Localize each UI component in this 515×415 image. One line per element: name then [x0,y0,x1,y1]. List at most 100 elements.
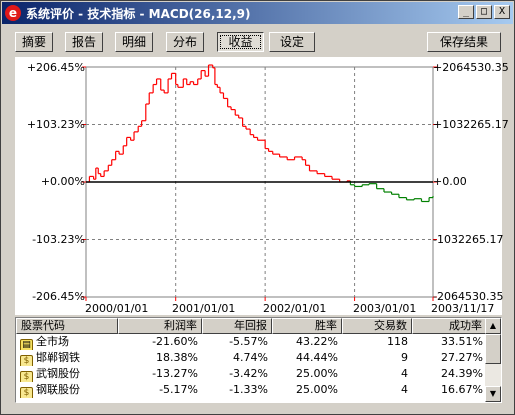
cell-text: 33.51% [441,335,483,348]
cell-text: 全市场 [36,335,69,348]
chart-canvas [82,64,437,301]
window-title: 系统评价 - 技术指标 - MACD(26,12,9) [26,6,251,21]
close-button[interactable]: X [494,5,510,19]
column-header[interactable]: 年回报 [202,318,272,334]
cell-text: 25.00% [296,367,338,380]
cell-text: 44.44% [296,351,338,364]
cell-text: 25.00% [296,383,338,396]
table-cell: 16.67% [412,382,487,398]
app-logo-icon: e [5,5,21,21]
minimize-button[interactable]: _ [458,5,474,19]
cell-text: 邯郸钢铁 [36,351,80,364]
table-row[interactable]: $ 钢联股份 -5.17% -1.33% 25.00% 4 16.67% [16,382,501,398]
y-tick-right: +1032265.17 [433,118,509,131]
table-cell: 25.00% [272,366,342,382]
table-cell: 4 [342,366,412,382]
table-cell: -1.33% [202,382,272,398]
table-row[interactable]: $ 邯郸钢铁 18.38% 4.74% 44.44% 9 27.27% [16,350,501,366]
cell-text: 27.27% [441,351,483,364]
results-table: 股票代码 利润率 年回报 胜率 交易数 成功率 ▤ 全市场 -21.60% -5.57… [15,317,502,403]
stock-name-cell: $ 钢联股份 [16,382,118,398]
stock-icon: $ [20,387,33,398]
y-tick-left: +206.45% [26,61,85,74]
cell-text: 9 [401,351,408,364]
table-cell: 4 [342,382,412,398]
table-cell: -5.17% [118,382,202,398]
cell-text: 4.74% [233,351,268,364]
cell-text: 18.38% [156,351,198,364]
table-cell: 33.51% [412,334,487,350]
tab-summary[interactable]: 摘要 [15,32,53,52]
tab-returns[interactable]: 收益 [217,32,264,52]
cell-text: -3.42% [229,367,268,380]
y-tick-right: -1032265.17 [433,233,504,246]
vertical-scrollbar[interactable]: ▲ ▼ [485,318,501,402]
x-tick: 2002/01/01 [263,302,327,315]
table-cell: 18.38% [118,350,202,366]
table-cell: 4.74% [202,350,272,366]
cell-text: -5.17% [159,383,198,396]
x-tick: 2000/01/01 [85,302,149,315]
cell-text: 43.22% [296,335,338,348]
folder-icon: ▤ [20,339,33,350]
save-results-button[interactable]: 保存结果 [427,32,501,52]
x-tick: 2003/01/01 [353,302,417,315]
table-body: ▤ 全市场 -21.60% -5.57% 43.22% 118 33.51% $ 邯郸钢铁 18.… [16,334,501,398]
x-tick: 2001/01/01 [172,302,236,315]
table-cell: 25.00% [272,382,342,398]
scroll-up-arrow-icon[interactable]: ▲ [485,318,501,334]
table-cell: 43.22% [272,334,342,350]
tab-detail[interactable]: 明细 [115,32,153,52]
stock-name-cell: $ 邯郸钢铁 [16,350,118,366]
returns-chart: +206.45% +103.23% +0.00% -103.23% -206.4… [15,57,509,315]
stock-name-cell: $ 武钢股份 [16,366,118,382]
y-tick-left: -206.45% [32,290,85,303]
y-tick-right: +0.00 [433,175,467,188]
cell-text: -5.57% [229,335,268,348]
table-cell: -21.60% [118,334,202,350]
table-header: 股票代码 利润率 年回报 胜率 交易数 成功率 [16,318,501,334]
y-tick-left: +0.00% [40,175,85,188]
y-tick-left: -103.23% [32,233,85,246]
app-window: e 系统评价 - 技术指标 - MACD(26,12,9) _ □ X 摘要 报… [0,0,515,415]
title-bar[interactable]: e 系统评价 - 技术指标 - MACD(26,12,9) _ □ X [2,2,513,24]
stock-icon: $ [20,355,33,366]
stock-icon: $ [20,371,33,382]
table-cell: 27.27% [412,350,487,366]
column-header[interactable]: 胜率 [272,318,342,334]
table-cell: 9 [342,350,412,366]
cell-text: 4 [401,367,408,380]
cell-text: -1.33% [229,383,268,396]
scroll-down-arrow-icon[interactable]: ▼ [485,386,501,402]
table-cell: -13.27% [118,366,202,382]
cell-text: 118 [387,335,408,348]
cell-text: 武钢股份 [36,367,80,380]
cell-text: 24.39% [441,367,483,380]
table-cell: -5.57% [202,334,272,350]
cell-text: -13.27% [152,367,198,380]
x-tick: 2003/11/17 [431,302,495,315]
table-cell: 118 [342,334,412,350]
cell-text: 4 [401,383,408,396]
tab-report[interactable]: 报告 [65,32,103,52]
tab-settings[interactable]: 设定 [269,32,315,52]
toolbar: 摘要 报告 明细 分布 收益 设定 保存结果 [1,29,514,55]
column-header[interactable]: 利润率 [118,318,202,334]
column-header[interactable]: 股票代码 [16,318,118,334]
cell-text: -21.60% [152,335,198,348]
y-tick-left: +103.23% [26,118,85,131]
cell-text: 16.67% [441,383,483,396]
y-tick-right: +2064530.35 [433,61,509,74]
table-row[interactable]: $ 武钢股份 -13.27% -3.42% 25.00% 4 24.39% [16,366,501,382]
scroll-thumb[interactable] [485,334,501,364]
cell-text: 钢联股份 [36,383,80,396]
table-cell: -3.42% [202,366,272,382]
table-cell: 44.44% [272,350,342,366]
table-row[interactable]: ▤ 全市场 -21.60% -5.57% 43.22% 118 33.51% [16,334,501,350]
column-header[interactable]: 交易数 [342,318,412,334]
table-cell: 24.39% [412,366,487,382]
column-header[interactable]: 成功率 [412,318,487,334]
tab-distribution[interactable]: 分布 [166,32,204,52]
stock-name-cell: ▤ 全市场 [16,334,118,350]
maximize-button[interactable]: □ [476,5,492,19]
